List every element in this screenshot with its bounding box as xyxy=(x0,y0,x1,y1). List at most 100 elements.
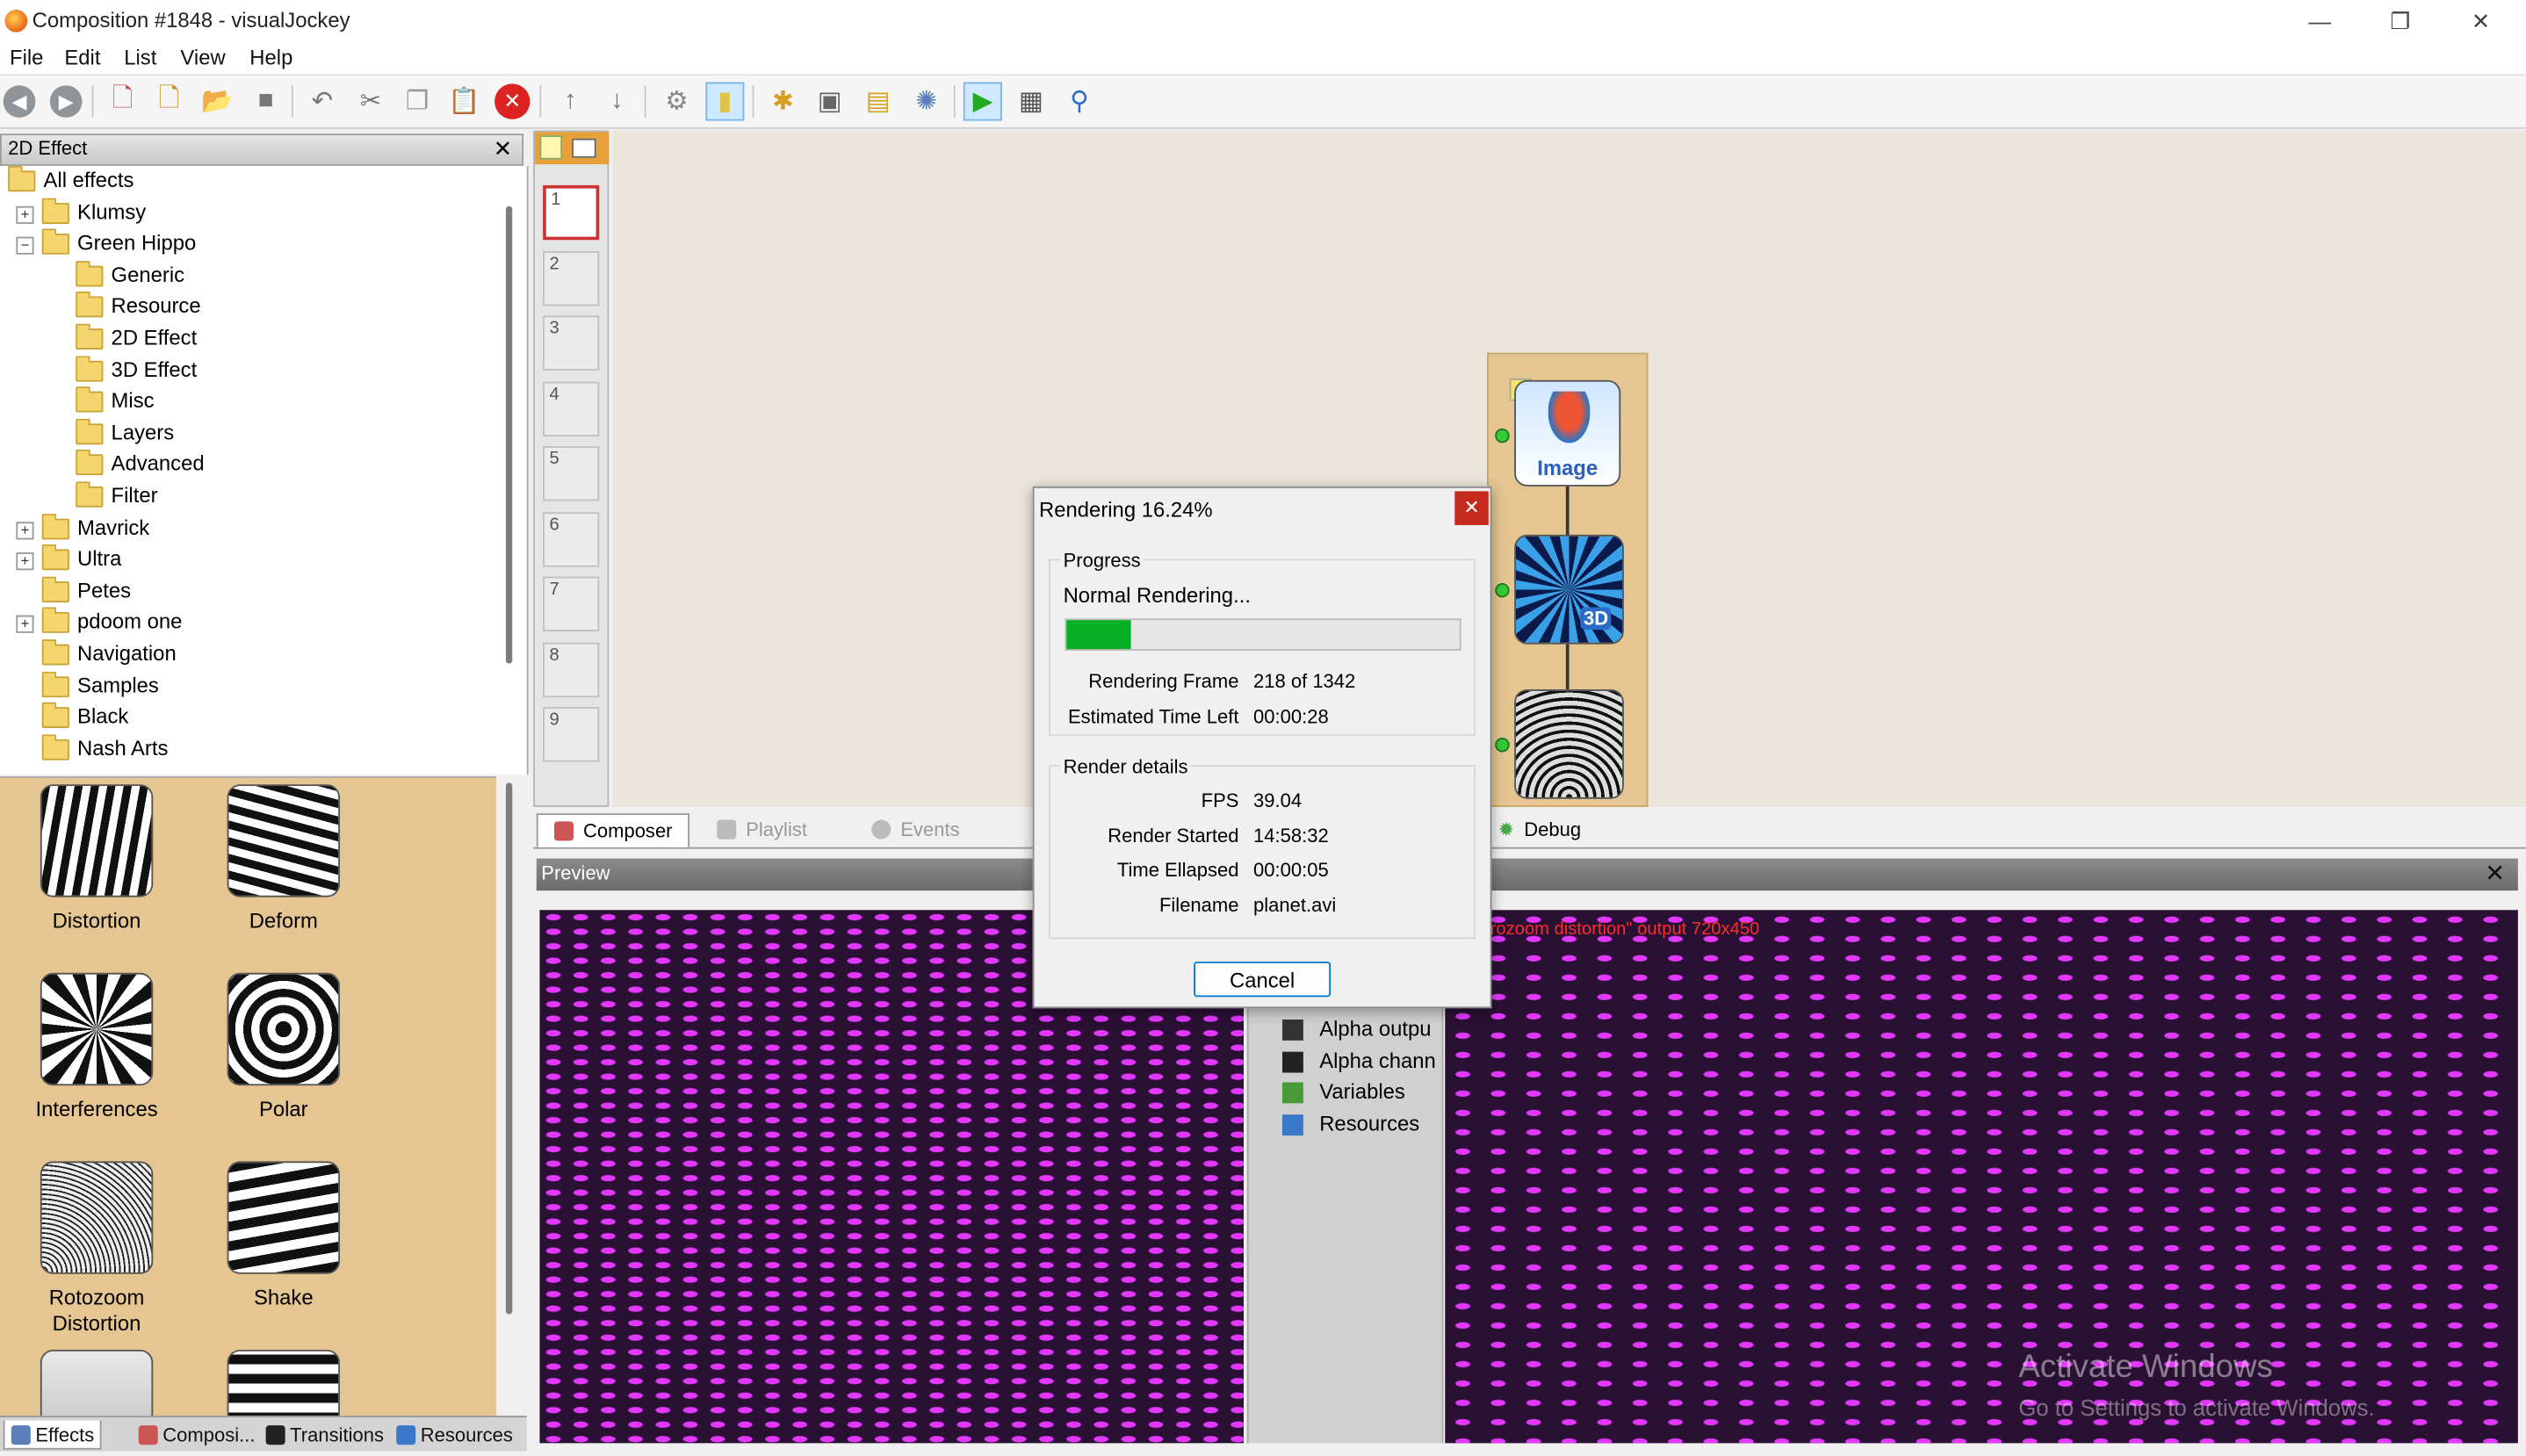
tab-effects[interactable]: Effects xyxy=(3,1420,103,1450)
layer-slot[interactable]: 9 xyxy=(543,707,600,762)
tree-item[interactable]: Layers xyxy=(0,418,527,450)
tab-events[interactable]: Events xyxy=(855,813,976,846)
move-down-icon[interactable]: ↓ xyxy=(597,83,636,121)
tree-item[interactable]: Advanced xyxy=(0,450,527,481)
tree-item[interactable]: All effects xyxy=(0,165,527,198)
effect-thumbnail[interactable] xyxy=(227,784,341,897)
tree-item[interactable]: 2D Effect xyxy=(0,323,527,356)
image-node[interactable]: Image xyxy=(1514,379,1621,487)
menu-list[interactable]: List xyxy=(124,45,156,69)
tab-resources[interactable]: Resources xyxy=(396,1421,513,1448)
tree-item[interactable]: + pdoom one xyxy=(0,608,527,639)
undo-icon[interactable]: ↶ xyxy=(303,83,342,121)
tree-item[interactable]: − Green Hippo xyxy=(0,228,527,261)
tab-playlist[interactable]: Playlist xyxy=(701,813,823,846)
forward-icon[interactable]: ▶ xyxy=(49,85,83,118)
layer-slot[interactable]: 2 xyxy=(543,250,600,306)
layer-slot[interactable]: 8 xyxy=(543,641,600,697)
expand-icon[interactable]: + xyxy=(16,521,34,539)
rotozoom-node[interactable] xyxy=(1514,688,1624,799)
restore-button[interactable]: ❐ xyxy=(2362,0,2439,42)
save-icon[interactable]: ■ xyxy=(247,83,285,121)
tree-item[interactable]: Nash Arts xyxy=(0,733,527,766)
tree-item[interactable]: Petes xyxy=(0,576,527,608)
tab-debug[interactable]: ✹ Debug xyxy=(1482,813,1597,846)
cut-icon[interactable]: ✂ xyxy=(351,83,390,121)
render-icon[interactable]: ▶ xyxy=(963,82,1002,121)
layer-slot[interactable]: 3 xyxy=(543,315,600,371)
menu-file[interactable]: File xyxy=(10,45,43,69)
layer-slot[interactable]: 6 xyxy=(543,511,600,566)
effects-tree[interactable]: All effects + Klumsy − Green Hippo Generic Res… xyxy=(0,165,529,775)
menu-view[interactable]: View xyxy=(180,45,225,69)
folder-icon xyxy=(76,292,104,319)
effect-thumbnail[interactable] xyxy=(40,1349,154,1416)
effects-settings-icon[interactable]: ✱ xyxy=(763,83,802,121)
tree-item[interactable]: + Klumsy xyxy=(0,197,527,229)
copy-icon[interactable]: ❐ xyxy=(398,83,437,121)
tab-composer[interactable]: Composer xyxy=(536,813,690,847)
properties-icon[interactable]: ⚙ xyxy=(657,83,696,121)
tree-item[interactable]: Generic xyxy=(0,260,527,292)
tab-compositions[interactable]: Composi... xyxy=(138,1421,255,1448)
tree-item[interactable]: Resource xyxy=(0,292,527,324)
tree-item[interactable]: Black xyxy=(0,702,527,734)
back-icon[interactable]: ◀ xyxy=(3,85,36,118)
move-up-icon[interactable]: ↑ xyxy=(551,83,589,121)
effect-thumbnail[interactable] xyxy=(40,784,154,897)
new-playlist-icon[interactable]: 🗋 xyxy=(150,83,189,121)
effect-thumbnail[interactable] xyxy=(227,1161,341,1274)
expand-icon[interactable]: + xyxy=(16,552,34,571)
tree-scrollbar[interactable] xyxy=(505,205,513,664)
tree-item[interactable]: 3D Effect xyxy=(0,355,527,387)
tree-item[interactable]: Navigation xyxy=(0,638,527,671)
film-icon[interactable]: ▦ xyxy=(1012,83,1050,121)
layer-slot[interactable]: 4 xyxy=(543,380,600,436)
preview-close-icon[interactable]: ✕ xyxy=(2485,859,2505,887)
cancel-button[interactable]: Cancel xyxy=(1194,961,1332,998)
output-list-item[interactable]: Variables xyxy=(1273,1078,1440,1109)
expand-icon[interactable]: + xyxy=(16,616,34,634)
dialog-close-button[interactable]: ✕ xyxy=(1454,491,1489,525)
open-folder-icon[interactable]: 📂 xyxy=(198,83,237,121)
paste-icon[interactable]: 📋 xyxy=(444,83,483,121)
node-port[interactable] xyxy=(1495,582,1510,598)
output-list-item[interactable]: Resources xyxy=(1273,1109,1440,1141)
tree-item[interactable]: + Mavrick xyxy=(0,513,527,544)
tree-item[interactable]: Misc xyxy=(0,386,527,418)
new-layer-icon[interactable] xyxy=(539,135,563,160)
effect-thumbnail[interactable] xyxy=(227,1349,341,1416)
node-port[interactable] xyxy=(1495,428,1510,443)
effect-thumbnail[interactable] xyxy=(227,972,341,1086)
output-list-item[interactable]: Alpha outpu xyxy=(1273,1014,1440,1046)
collapse-icon[interactable]: − xyxy=(16,236,34,256)
node-port[interactable] xyxy=(1495,738,1510,753)
layer-window-icon[interactable] xyxy=(572,138,596,158)
layer-slot[interactable]: 1 xyxy=(543,184,600,241)
panel-close-icon[interactable]: ✕ xyxy=(494,135,513,162)
zoom-icon[interactable]: ⚲ xyxy=(1060,83,1099,121)
effect-thumbnail[interactable] xyxy=(40,972,154,1086)
tree-item-label: Nash Arts xyxy=(77,735,169,760)
tree-item[interactable]: + Ultra xyxy=(0,544,527,576)
minimize-button[interactable]: — xyxy=(2281,0,2358,42)
layer-slot[interactable]: 5 xyxy=(543,446,600,501)
delete-icon[interactable]: ✕ xyxy=(494,83,530,119)
network-icon[interactable]: ✺ xyxy=(907,83,946,121)
new-composition-icon[interactable]: 🗋 xyxy=(103,83,141,121)
render-settings-icon[interactable]: ▣ xyxy=(811,83,849,121)
menu-edit[interactable]: Edit xyxy=(64,45,100,69)
notes-icon[interactable]: ▮ xyxy=(705,82,745,121)
tab-transitions[interactable]: Transitions xyxy=(265,1421,384,1448)
gallery-scrollbar[interactable] xyxy=(505,782,513,1315)
expand-icon[interactable]: + xyxy=(16,205,34,224)
export-icon[interactable]: ▤ xyxy=(859,83,898,121)
tree-item[interactable]: Samples xyxy=(0,670,527,703)
menu-help[interactable]: Help xyxy=(249,45,292,69)
output-list-item[interactable]: Alpha chann xyxy=(1273,1046,1440,1078)
effect-thumbnail[interactable] xyxy=(40,1161,154,1274)
tree-item[interactable]: Filter xyxy=(0,481,527,513)
close-window-button[interactable]: ✕ xyxy=(2443,0,2520,42)
3d-effect-node[interactable]: 3D xyxy=(1514,534,1624,645)
layer-slot[interactable]: 7 xyxy=(543,576,600,631)
